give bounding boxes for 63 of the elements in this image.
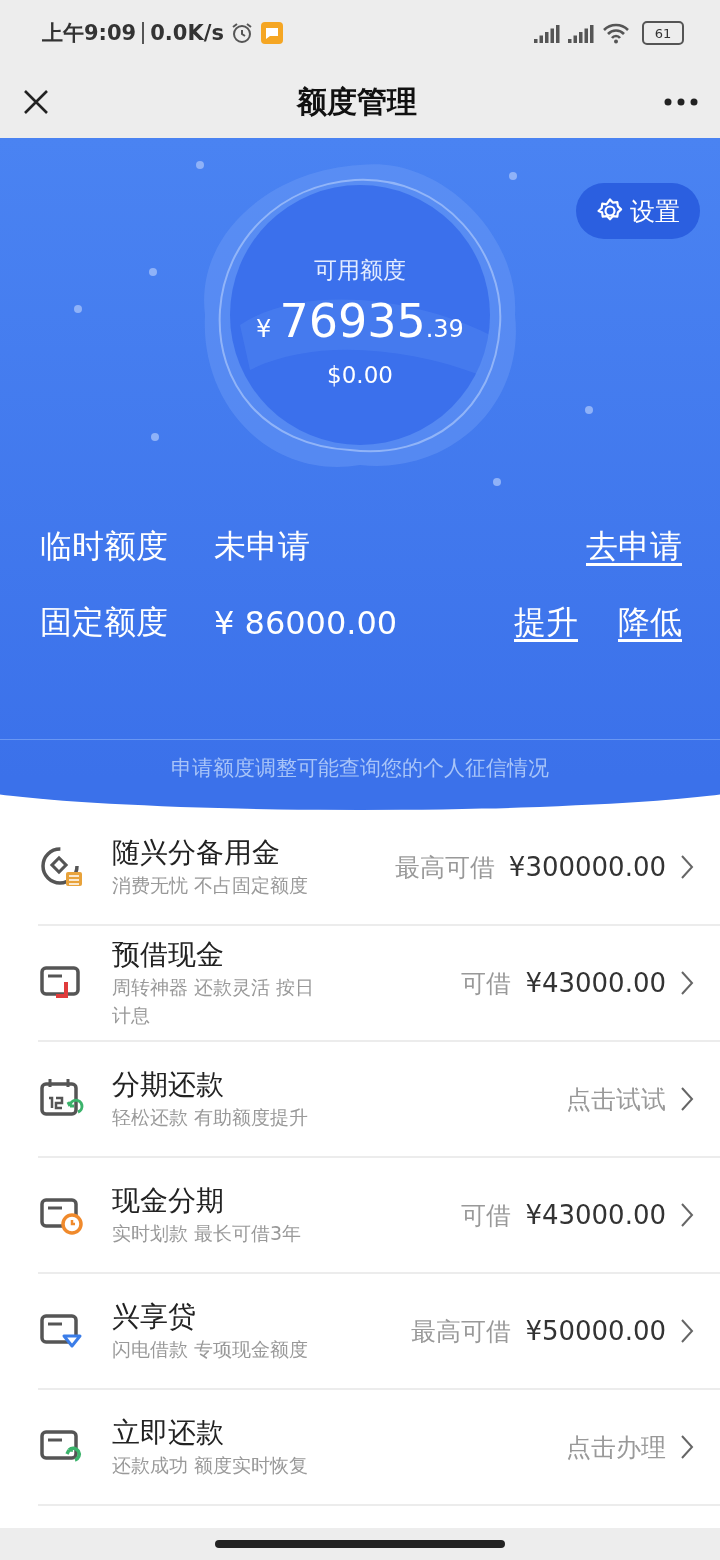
product-subtitle: 还款成功 额度实时恢复	[112, 1453, 310, 1478]
signal-icon	[568, 23, 596, 43]
product-subtitle: 闪电借款 专项现金额度	[112, 1337, 310, 1362]
usd-amount: $0.00	[327, 362, 393, 388]
sparkle-dot	[74, 305, 82, 313]
product-subtitle: 消费无忧 不占固定额度	[112, 873, 310, 898]
amount-label: 可借	[461, 1199, 512, 1232]
limit-link[interactable]: 降低	[618, 601, 682, 645]
limit-link[interactable]: 去申请	[586, 525, 682, 569]
settings-button[interactable]: 设置	[576, 183, 700, 239]
amount-value: ¥50000.00	[525, 1316, 666, 1346]
sparkle-dot	[509, 172, 517, 180]
available-amount: 76935.39	[279, 294, 464, 348]
chevron-icon	[680, 970, 694, 996]
amount-value: ¥43000.00	[525, 968, 666, 998]
chevron-icon	[680, 854, 694, 880]
more-button[interactable]	[662, 96, 700, 108]
product-row[interactable]: 立即还款 还款成功 额度实时恢复 点击办理	[38, 1390, 720, 1506]
product-row[interactable]: 现金分期 实时划款 最长可借3年 可借 ¥43000.00	[38, 1158, 720, 1274]
product-row[interactable]: 分期还款 轻松还款 有助额度提升 点击试试	[38, 1042, 720, 1158]
amount-value: ¥43000.00	[525, 1200, 666, 1230]
limit-value: 未申请	[214, 526, 311, 567]
status-time: 上午9:09	[42, 20, 137, 47]
product-title: 分期还款	[112, 1067, 225, 1103]
amount-label: 可借	[461, 967, 512, 1000]
limit-link[interactable]: 提升	[514, 601, 578, 645]
product-row[interactable]: 预借现金 周转神器 还款灵活 按日计息 可借 ¥43000.00	[38, 926, 720, 1042]
battery-icon: 61	[642, 21, 684, 45]
currency-symbol: ¥	[256, 315, 272, 343]
chevron-icon	[680, 1434, 694, 1460]
product-title: 预借现金	[112, 937, 225, 973]
product-row[interactable]: 兴享贷 闪电借款 专项现金额度 最高可借 ¥50000.00	[38, 1274, 720, 1390]
chevron-icon	[680, 1202, 694, 1228]
product-subtitle: 轻松还款 有助额度提升	[112, 1105, 310, 1130]
product-title: 兴享贷	[112, 1299, 197, 1335]
network-speed: 0.0K/s	[150, 21, 224, 45]
available-label: 可用额度	[314, 256, 406, 285]
sparkle-dot	[149, 268, 157, 276]
product-row[interactable]: 随兴分备用金 消费无忧 不占固定额度 最高可借 ¥300000.00	[38, 810, 720, 926]
page-title: 额度管理	[297, 82, 417, 121]
action-text: 点击试试	[566, 1083, 666, 1116]
chevron-icon	[680, 1318, 694, 1344]
wifi-icon	[602, 22, 630, 44]
product-title: 现金分期	[112, 1183, 225, 1219]
sparkle-dot	[196, 161, 204, 169]
action-text: 点击办理	[566, 1431, 666, 1464]
sparkle-dot	[585, 406, 593, 414]
limit-label: 临时额度	[40, 526, 169, 567]
notification-icon	[259, 21, 284, 45]
sparkle-dot	[493, 478, 501, 486]
limit-label: 固定额度	[40, 602, 169, 643]
chevron-icon	[680, 1086, 694, 1112]
amount-label: 最高可借	[411, 1315, 512, 1348]
limit-value: ¥ 86000.00	[214, 604, 399, 642]
product-subtitle: 周转神器 还款灵活 按日计息	[112, 975, 316, 1028]
product-subtitle: 实时划款 最长可借3年	[112, 1221, 303, 1246]
amount-label: 最高可借	[394, 851, 495, 884]
sparkle-dot	[151, 433, 159, 441]
amount-value: ¥300000.00	[508, 852, 666, 882]
signal-icon	[534, 23, 562, 43]
notice-text: 申请额度调整可能查询您的个人征信情况	[170, 755, 550, 782]
product-title: 随兴分备用金	[112, 835, 281, 871]
product-title: 立即还款	[112, 1415, 225, 1451]
